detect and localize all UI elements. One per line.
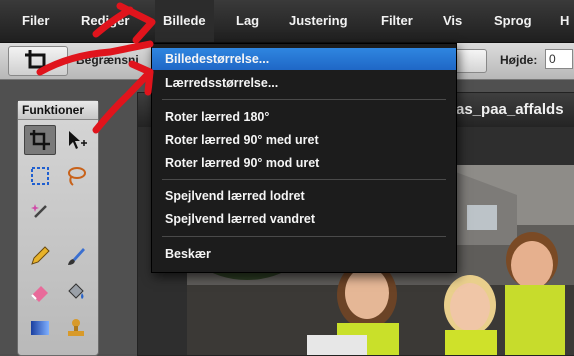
pencil-icon <box>31 246 50 265</box>
stamp-tool[interactable] <box>60 313 92 343</box>
lasso-tool[interactable] <box>60 161 92 191</box>
eraser-icon <box>31 286 48 302</box>
menu-layer[interactable]: Lag <box>236 0 259 42</box>
height-input[interactable] <box>545 49 573 69</box>
brush-icon <box>68 248 85 265</box>
menu-filter[interactable]: Filter <box>381 0 413 42</box>
menu-view[interactable]: Vis <box>443 0 462 42</box>
image-menu-dropdown: Billedestørrelse... Lærredsstørrelse... … <box>151 43 457 273</box>
toolbox-title: Funktioner <box>18 101 98 120</box>
menu-image[interactable]: Billede <box>155 0 214 42</box>
marquee-tool[interactable] <box>24 161 56 191</box>
fill-tool[interactable] <box>60 277 92 307</box>
menu-edit[interactable]: Rediger <box>81 0 129 42</box>
paint-bucket-icon <box>68 283 84 299</box>
menu-item-crop[interactable]: Beskær <box>152 243 456 265</box>
document-title: as_paa_affalds <box>456 101 564 118</box>
eraser-tool[interactable] <box>24 277 56 307</box>
magic-wand-tool[interactable] <box>24 197 56 227</box>
menu-item-rotate-90-ccw[interactable]: Roter lærred 90° mod uret <box>152 152 456 174</box>
menu-item-rotate-180[interactable]: Roter lærred 180° <box>152 106 456 128</box>
move-tool[interactable] <box>60 125 92 155</box>
menu-item-image-size[interactable]: Billedestørrelse... <box>152 48 456 70</box>
gradient-icon <box>31 321 49 335</box>
menu-item-flip-horizontal[interactable]: Spejlvend lærred vandret <box>152 208 456 230</box>
pencil-tool[interactable] <box>24 241 56 271</box>
menu-adjustment[interactable]: Justering <box>289 0 348 42</box>
height-label: Højde: <box>500 53 538 67</box>
toolbox-panel: Funktioner <box>17 100 99 356</box>
menu-item-canvas-size[interactable]: Lærredsstørrelse... <box>152 72 456 94</box>
crop-icon <box>30 130 50 150</box>
rectangle-select-icon <box>31 167 49 185</box>
brush-tool[interactable] <box>60 241 92 271</box>
menu-item-rotate-90-cw[interactable]: Roter lærred 90° med uret <box>152 129 456 151</box>
lasso-icon <box>68 167 86 186</box>
move-arrow-icon <box>69 131 87 149</box>
gradient-tool[interactable] <box>24 313 56 343</box>
crop-icon <box>25 50 49 72</box>
magic-wand-icon <box>31 204 47 218</box>
crop-tool[interactable] <box>24 125 56 155</box>
crop-tool-button[interactable] <box>8 46 68 76</box>
menu-separator <box>162 236 446 237</box>
constraint-label: Begrænsni <box>76 53 139 67</box>
menu-help[interactable]: H <box>560 0 569 42</box>
menu-language[interactable]: Sprog <box>494 0 532 42</box>
menu-separator <box>162 179 446 180</box>
menu-separator <box>162 99 446 100</box>
stamp-icon <box>68 319 84 336</box>
menu-bar: Filer Rediger Billede Lag Justering Filt… <box>0 0 574 43</box>
menu-file[interactable]: Filer <box>22 0 49 42</box>
menu-item-flip-vertical[interactable]: Spejlvend lærred lodret <box>152 185 456 207</box>
